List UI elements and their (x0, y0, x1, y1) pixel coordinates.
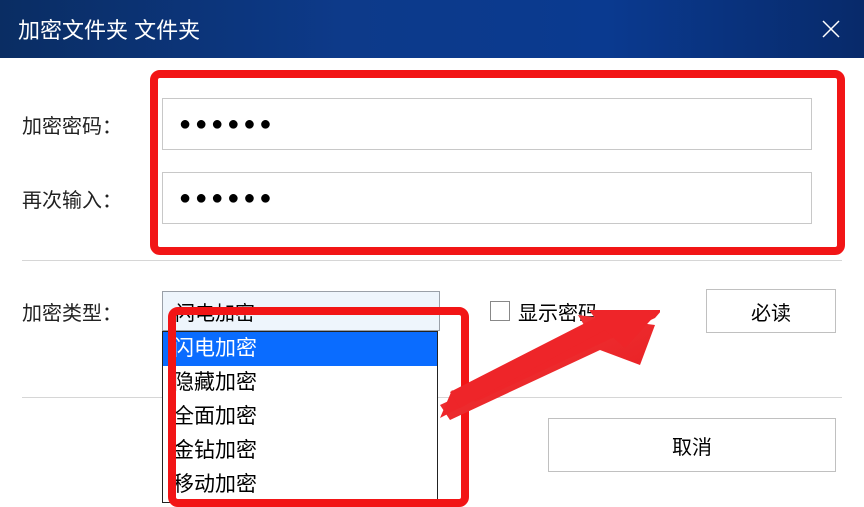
dialog-body: 加密密码： ●●●●●● 再次输入： ●●●●●● 加密类型： 闪电加密 闪电加… (0, 58, 864, 333)
dropdown-option-2[interactable]: 全面加密 (163, 400, 437, 434)
confirm-label: 再次输入： (22, 184, 162, 213)
checkbox-icon (490, 301, 510, 321)
dropdown-option-4[interactable]: 移动加密 (163, 468, 437, 502)
divider (22, 260, 842, 261)
type-selected-value: 闪电加密 (175, 297, 255, 326)
confirm-input[interactable]: ●●●●●● (162, 172, 812, 224)
password-label: 加密密码： (22, 110, 162, 139)
type-combo-wrap: 闪电加密 闪电加密 隐藏加密 全面加密 金钻加密 移动加密 (162, 291, 440, 331)
password-row: 加密密码： ●●●●●● (22, 98, 842, 150)
window-title: 加密文件夹 文件夹 (18, 13, 200, 45)
type-dropdown: 闪电加密 隐藏加密 全面加密 金钻加密 移动加密 (162, 331, 438, 503)
password-input[interactable]: ●●●●●● (162, 98, 812, 150)
titlebar: 加密文件夹 文件夹 (0, 0, 864, 58)
show-password-label: 显示密码 (518, 297, 598, 326)
type-label: 加密类型： (22, 297, 162, 326)
cancel-button[interactable]: 取消 (548, 418, 836, 472)
dropdown-option-0[interactable]: 闪电加密 (163, 332, 437, 366)
close-button[interactable] (816, 14, 846, 44)
dropdown-option-1[interactable]: 隐藏加密 (163, 366, 437, 400)
confirm-row: 再次输入： ●●●●●● (22, 172, 842, 224)
show-password-toggle[interactable]: 显示密码 (490, 297, 598, 326)
type-combobox[interactable]: 闪电加密 (162, 291, 440, 331)
type-row: 加密类型： 闪电加密 闪电加密 隐藏加密 全面加密 金钻加密 移动加密 显示密码… (22, 289, 842, 333)
required-button[interactable]: 必读 (706, 289, 836, 333)
chevron-down-icon (413, 303, 429, 319)
dropdown-option-3[interactable]: 金钻加密 (163, 434, 437, 468)
close-icon (819, 17, 843, 41)
